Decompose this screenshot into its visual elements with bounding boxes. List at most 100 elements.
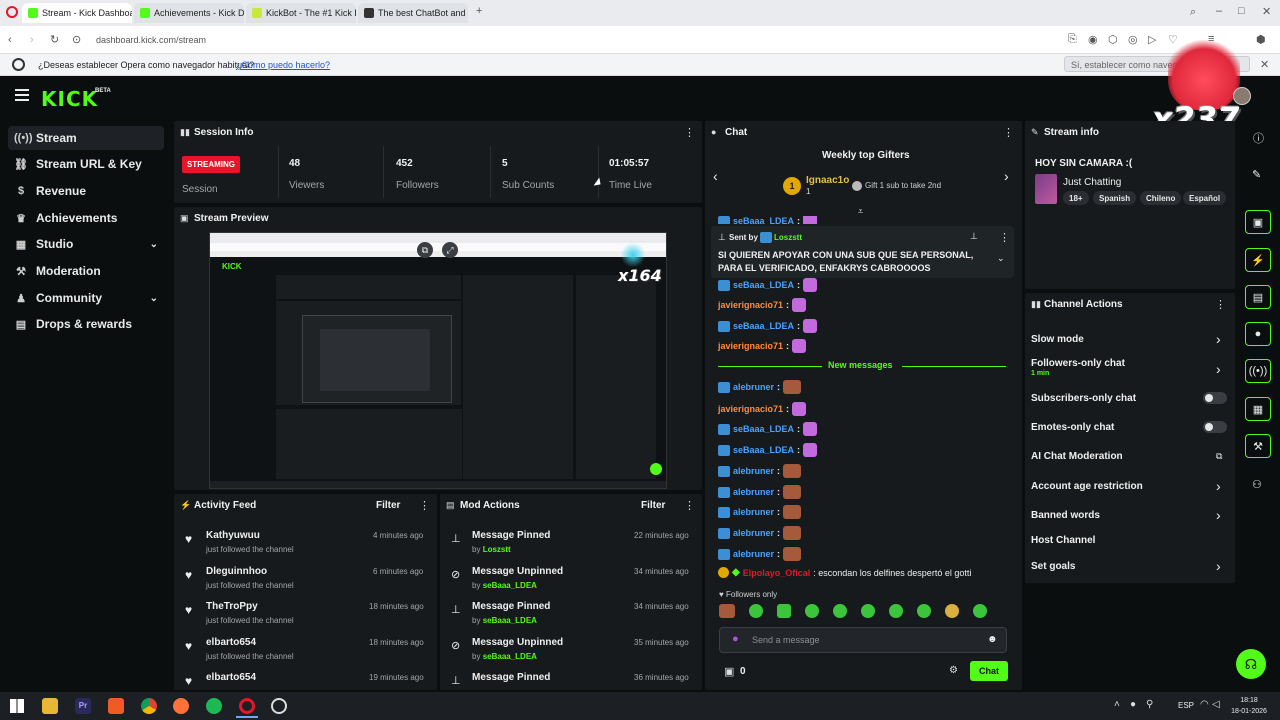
host-channel-row[interactable]: Host Channel — [1031, 535, 1095, 546]
activity-filter-button[interactable]: Filter — [376, 500, 400, 511]
tool-chat-button[interactable]: ● — [1245, 322, 1271, 346]
emote-icon[interactable] — [861, 604, 875, 618]
kick-logo[interactable]: KICK — [41, 87, 98, 111]
subscribers-only-row[interactable]: Subscribers-only chat — [1031, 393, 1136, 404]
tool-camera-button[interactable]: ▣ — [1245, 210, 1271, 234]
ai-moderation-row[interactable]: AI Chat Moderation — [1031, 451, 1123, 462]
mod-item-user[interactable]: Loszstt — [483, 545, 511, 554]
mod-item-user[interactable]: seBaaa_LDEA — [483, 581, 537, 590]
premiere-icon[interactable]: Pr — [75, 698, 91, 714]
activity-item-name[interactable]: TheTroPpy — [206, 601, 258, 612]
followers-only-row[interactable]: Followers-only chat — [1031, 358, 1125, 369]
set-goals-row[interactable]: Set goals — [1031, 561, 1075, 572]
spotify-icon[interactable] — [206, 698, 222, 714]
profile-icon[interactable]: ⬢ — [1256, 33, 1266, 46]
back-icon[interactable]: ‹ — [8, 34, 12, 46]
tool-hammer-button[interactable]: ⚒ — [1245, 434, 1271, 458]
tool-list-button[interactable]: ▤ — [1245, 285, 1271, 309]
activity-item-name[interactable]: elbarto654 — [206, 672, 256, 683]
stream-preview-video[interactable]: KICK — [209, 232, 667, 489]
volume-icon[interactable]: ◁ — [1212, 699, 1220, 710]
brave-icon[interactable] — [108, 698, 124, 714]
mod-item-user[interactable]: seBaaa_LDEA — [483, 652, 537, 661]
gifters-prev-icon[interactable]: ‹ — [713, 168, 718, 184]
infobar-close-icon[interactable]: ✕ — [1260, 58, 1269, 71]
mod-menu-icon[interactable]: ⋮ — [684, 499, 695, 512]
forward-icon[interactable]: › — [30, 34, 34, 46]
mod-item-user[interactable]: seBaaa_LDEA — [483, 616, 537, 625]
emote-icon[interactable] — [749, 604, 763, 618]
obs-icon[interactable] — [271, 698, 287, 714]
mic-tray-icon[interactable]: ● — [1130, 699, 1136, 710]
popout-icon[interactable]: ⧉ — [417, 242, 433, 258]
opera-logo-icon[interactable] — [6, 6, 18, 18]
emote-icon[interactable] — [973, 604, 987, 618]
emote-icon[interactable] — [945, 604, 959, 618]
windows-start-icon[interactable] — [10, 699, 24, 713]
chevron-right-icon[interactable]: › — [1216, 558, 1221, 574]
unpin-button-icon[interactable]: ⊥ — [970, 231, 978, 242]
channel-actions-menu-icon[interactable]: ⋮ — [1215, 298, 1226, 311]
emote-icon[interactable] — [917, 604, 931, 618]
chevron-right-icon[interactable]: › — [1216, 331, 1221, 347]
chat-input[interactable]: Send a message — [752, 635, 820, 645]
chevron-right-icon[interactable]: › — [1216, 361, 1221, 377]
mod-filter-button[interactable]: Filter — [641, 500, 665, 511]
pencil-icon[interactable]: ✎ — [1252, 168, 1261, 181]
sidebar-item-stream-url-key[interactable]: ⛓ Stream URL & Key — [8, 152, 164, 176]
chevron-right-icon[interactable]: › — [1216, 478, 1221, 494]
screenshot-icon[interactable]: ⎘ — [1068, 33, 1077, 46]
activity-item-name[interactable]: Kathyuwuu — [206, 530, 260, 541]
emote-icon[interactable] — [719, 604, 735, 618]
chat-settings-icon[interactable]: ⚙ — [949, 665, 958, 676]
maximize-icon[interactable]: □ — [1238, 5, 1245, 17]
tab-stream-dashboard[interactable]: Stream - Kick Dashboard — [22, 3, 132, 23]
account-age-row[interactable]: Account age restriction — [1031, 481, 1143, 492]
infobar-link[interactable]: ¿Cómo puedo hacerlo? — [236, 60, 330, 70]
chat-send-button[interactable]: Chat — [970, 661, 1008, 681]
sidebar-item-achievements[interactable]: ♛ Achievements — [8, 206, 164, 230]
camera-icon[interactable]: ◉ — [1088, 33, 1098, 46]
support-button[interactable]: ☊ — [1236, 649, 1266, 679]
emotes-only-row[interactable]: Emotes-only chat — [1031, 422, 1114, 433]
subscribers-only-toggle[interactable] — [1203, 392, 1227, 404]
taskbar-clock[interactable]: 18:18 18-01-2026 — [1228, 695, 1270, 717]
emote-icon[interactable] — [889, 604, 903, 618]
emoji-picker-icon[interactable]: ☻ — [987, 634, 998, 645]
activity-item-name[interactable]: elbarto654 — [206, 637, 256, 648]
activity-menu-icon[interactable]: ⋮ — [419, 499, 430, 512]
tab-chatbot[interactable]: The best ChatBot and Wid — [358, 3, 468, 23]
sidebar-item-drops-rewards[interactable]: ▤ Drops & rewards — [8, 312, 164, 336]
emote-icon[interactable] — [777, 604, 791, 618]
lang-indicator[interactable]: ESP — [1178, 701, 1194, 710]
hamburger-menu-icon[interactable] — [15, 89, 29, 101]
expand-pinned-icon[interactable]: ⌄ — [997, 253, 1005, 264]
tool-grid-button[interactable]: ▦ — [1245, 397, 1271, 421]
tool-broadcast-button[interactable]: ((•)) — [1245, 359, 1271, 383]
slow-mode-row[interactable]: Slow mode — [1031, 334, 1084, 345]
vpn-icon[interactable]: ◎ — [1128, 33, 1138, 46]
usb-tray-icon[interactable]: ⚲ — [1146, 699, 1153, 710]
external-link-icon[interactable]: ⧉ — [1216, 451, 1222, 462]
tab-achievements[interactable]: Achievements - Kick Dash — [134, 3, 244, 23]
emote-icon[interactable] — [805, 604, 819, 618]
sidebar-item-stream[interactable]: ((•)) Stream — [8, 126, 164, 150]
microphone-icon[interactable]: ● — [732, 633, 739, 645]
activity-item-name[interactable]: Dleguinnhoo — [206, 566, 267, 577]
emote-icon[interactable] — [833, 604, 847, 618]
close-icon[interactable]: ✕ — [1262, 5, 1271, 18]
chevron-right-icon[interactable]: › — [1216, 507, 1221, 523]
sidebar-item-revenue[interactable]: $ Revenue — [8, 179, 164, 203]
gifter-name[interactable]: Ignaac1o — [806, 175, 849, 186]
chrome-icon[interactable] — [141, 698, 157, 714]
new-tab-icon[interactable]: + — [476, 5, 482, 17]
search-icon[interactable]: ⌕ — [1190, 6, 1196, 19]
extensions-icon[interactable]: ⬡ — [1108, 33, 1118, 46]
url-field[interactable]: dashboard.kick.com/stream — [96, 35, 206, 45]
chat-menu-icon[interactable]: ⋮ — [1003, 126, 1014, 139]
opera-icon[interactable] — [239, 698, 255, 714]
category-name[interactable]: Just Chatting — [1063, 177, 1121, 188]
community-icon[interactable]: ⚇ — [1252, 478, 1262, 491]
tab-kickbot[interactable]: KickBot - The #1 Kick Bot — [246, 3, 356, 23]
pinned-user[interactable]: Loszstt — [774, 233, 802, 242]
